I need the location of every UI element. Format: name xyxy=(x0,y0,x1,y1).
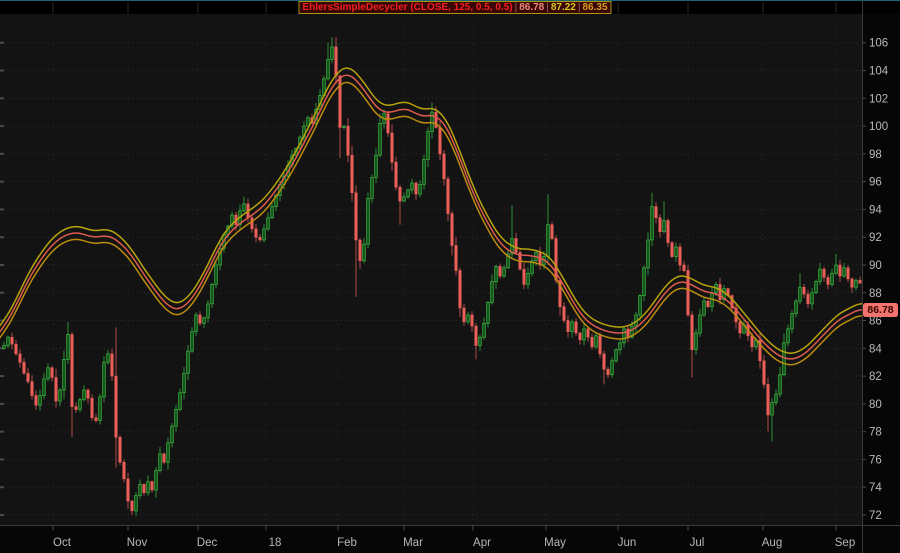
y-axis-label[interactable]: 90 xyxy=(869,260,882,272)
x-axis-label[interactable]: Dec xyxy=(197,537,218,549)
y-axis-label[interactable]: 104 xyxy=(869,66,889,78)
x-axis-label[interactable]: Feb xyxy=(337,537,357,549)
y-axis-label[interactable]: 78 xyxy=(869,427,882,439)
y-axis-label[interactable]: 82 xyxy=(869,371,882,383)
x-axis-label[interactable]: Jun xyxy=(618,537,637,549)
study-values: |86.78|87.22|86.35 xyxy=(513,2,608,13)
study-value-separator: | xyxy=(578,2,581,13)
study-name: EhlersSimpleDecycler (CLOSE, 125, 0.5, 0… xyxy=(302,2,512,13)
y-axis-label[interactable]: 88 xyxy=(869,288,882,300)
y-axis[interactable]: 106 104 102 100 98 96 94 92 90 88 86 84 82 80 78 76 74 72 xyxy=(869,38,889,522)
plot-background xyxy=(0,14,862,525)
study-value: 86.78 xyxy=(519,2,544,13)
y-axis-label[interactable]: 92 xyxy=(869,232,882,244)
y-axis-label[interactable]: 106 xyxy=(869,38,888,50)
last-value-badge: 86.78 xyxy=(863,303,898,317)
x-axis-label[interactable]: Oct xyxy=(53,537,72,549)
y-axis-label[interactable]: 96 xyxy=(869,177,882,189)
chart-window: 106 104 102 100 98 96 94 92 90 88 86 84 82 80 78 76 74 72… xyxy=(0,0,900,553)
x-axis[interactable]: Oct Nov Dec 18 Feb Mar Apr May Jun Jul Aug Sep xyxy=(53,537,855,549)
study-value-separator: | xyxy=(546,2,549,13)
study-value: 86.35 xyxy=(582,2,607,13)
x-axis-label[interactable]: May xyxy=(544,537,566,549)
y-axis-label[interactable]: 80 xyxy=(869,399,882,411)
x-axis-label[interactable]: Mar xyxy=(403,537,423,549)
study-value: 87.22 xyxy=(551,2,576,13)
y-axis-label[interactable]: 74 xyxy=(869,482,882,494)
y-axis-label[interactable]: 102 xyxy=(869,93,888,105)
y-axis-label[interactable]: 72 xyxy=(869,510,882,522)
y-axis-label[interactable]: 98 xyxy=(869,149,882,161)
price-chart[interactable]: 106 104 102 100 98 96 94 92 90 88 86 84 82 80 78 76 74 72… xyxy=(0,0,900,553)
study-label[interactable]: EhlersSimpleDecycler (CLOSE, 125, 0.5, 0… xyxy=(298,1,611,14)
study-value-separator: | xyxy=(515,2,518,13)
x-axis-label[interactable]: 18 xyxy=(269,537,282,549)
y-axis-label[interactable]: 86 xyxy=(869,316,882,328)
x-axis-label[interactable]: Nov xyxy=(127,537,148,549)
y-axis-label[interactable]: 76 xyxy=(869,454,882,466)
x-axis-label[interactable]: Jul xyxy=(690,537,705,549)
y-axis-label[interactable]: 84 xyxy=(869,343,882,355)
x-axis-label[interactable]: Aug xyxy=(762,537,782,549)
x-axis-label[interactable]: Apr xyxy=(473,537,491,549)
y-axis-label[interactable]: 100 xyxy=(869,121,888,133)
y-axis-label[interactable]: 94 xyxy=(869,204,882,216)
x-axis-label[interactable]: Sep xyxy=(835,537,855,549)
